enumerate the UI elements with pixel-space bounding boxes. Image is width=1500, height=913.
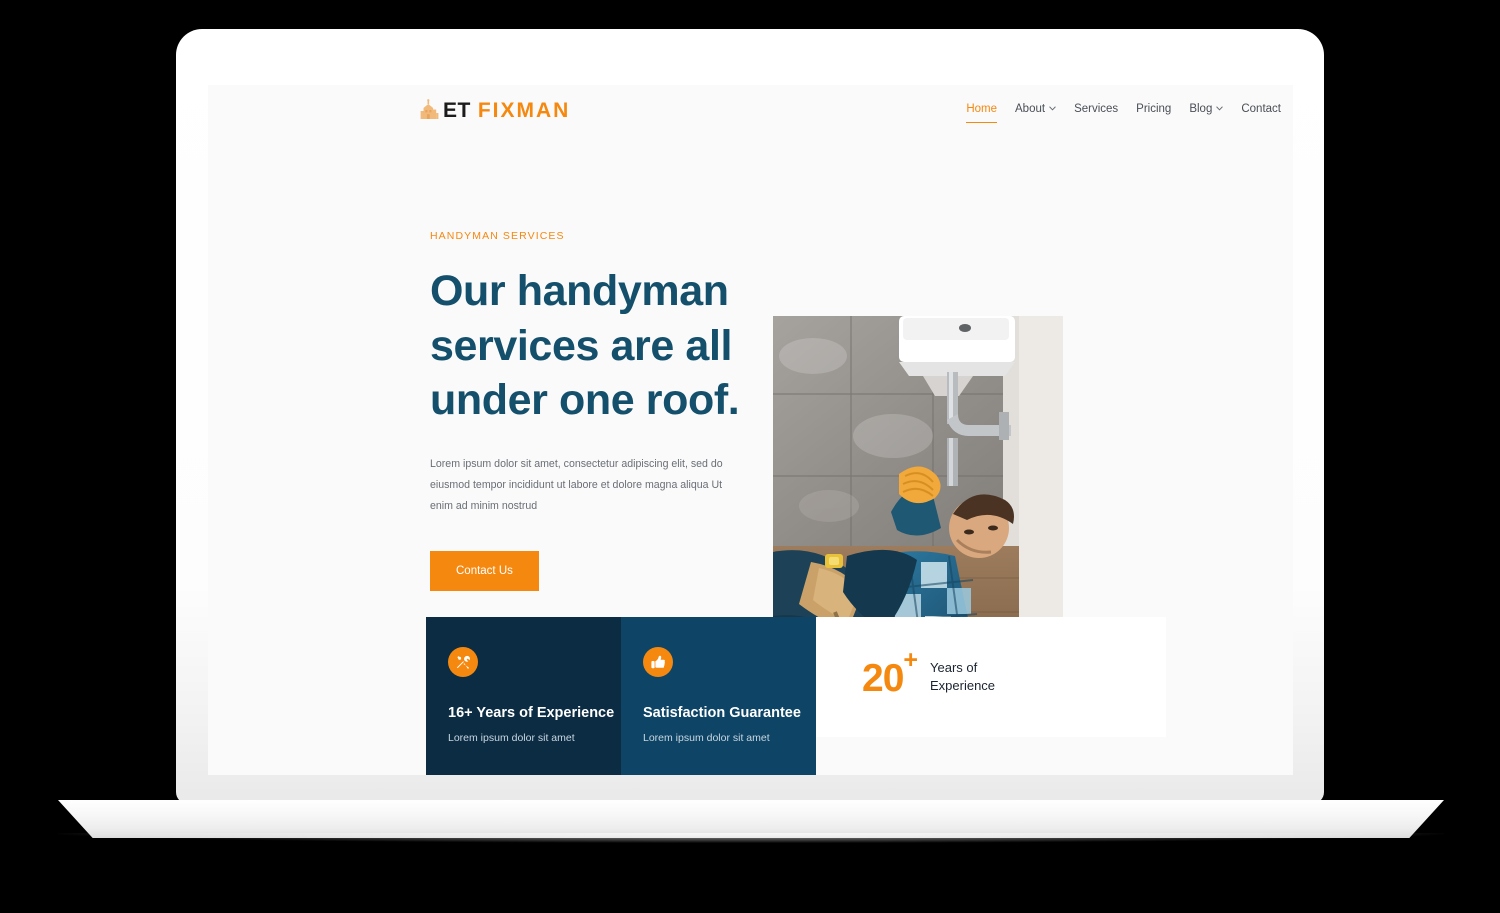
stat-label: Years of Experience — [930, 659, 995, 694]
laptop-screen: ET FIXMAN Home About Services Pricing Bl… — [208, 85, 1293, 775]
hero-content: HANDYMAN SERVICES Our handyman services … — [430, 230, 750, 592]
nav-item-pricing[interactable]: Pricing — [1136, 103, 1171, 124]
feature-title: 16+ Years of Experience — [448, 705, 615, 721]
contact-us-button[interactable]: Contact Us — [430, 551, 539, 592]
main-navigation: Home About Services Pricing Blog Contact — [966, 103, 1281, 124]
laptop-device-mockup: ET FIXMAN Home About Services Pricing Bl… — [0, 0, 1500, 913]
nav-item-about[interactable]: About — [1015, 103, 1056, 124]
thumbs-up-icon — [643, 647, 673, 677]
site-logo[interactable]: ET FIXMAN — [420, 99, 570, 121]
hero-title-line-1: Our handyman — [430, 267, 729, 315]
hero-description: Lorem ipsum dolor sit amet, consectetur … — [430, 457, 723, 513]
feature-strip: 16+ Years of Experience Lorem ipsum dolo… — [426, 617, 1166, 775]
nav-item-contact[interactable]: Contact — [1241, 103, 1281, 124]
nav-label-blog: Blog — [1189, 103, 1213, 115]
page-title: Our handyman services are all under one … — [430, 264, 750, 428]
feature-title: Satisfaction Guarantee — [643, 705, 801, 721]
website-viewport: ET FIXMAN Home About Services Pricing Bl… — [208, 85, 1293, 775]
nav-label-contact: Contact — [1241, 103, 1281, 115]
logo-text-primary: ET — [443, 98, 471, 122]
tools-icon — [448, 647, 478, 677]
laptop-base-shadow — [58, 833, 1444, 843]
hero-title-line-2: services are all — [430, 321, 733, 370]
feature-card-satisfaction[interactable]: Satisfaction Guarantee Lorem ipsum dolor… — [621, 617, 816, 775]
nav-label-services: Services — [1074, 103, 1119, 115]
handyman-tool-icon — [420, 99, 439, 121]
stat-label-line-2: Experience — [930, 678, 996, 693]
nav-label-pricing: Pricing — [1136, 103, 1172, 115]
nav-label-about: About — [1015, 103, 1046, 115]
stat-value: 20 — [862, 656, 904, 700]
hero-eyebrow: HANDYMAN SERVICES — [430, 230, 565, 242]
nav-item-home[interactable]: Home — [966, 103, 997, 124]
nav-label-home: Home — [966, 103, 997, 115]
chevron-down-icon — [1049, 105, 1056, 112]
feature-description: Lorem ipsum dolor sit amet — [448, 732, 575, 744]
feature-description: Lorem ipsum dolor sit amet — [643, 732, 770, 744]
hero-title-line-3: under one roof. — [430, 376, 740, 425]
stat-label-line-1: Years of — [930, 660, 978, 676]
stat-card-years: 20+ Years of Experience — [816, 617, 1166, 737]
stat-suffix: + — [903, 645, 918, 674]
logo-text-accent: FIXMAN — [477, 98, 571, 122]
site-header: ET FIXMAN Home About Services Pricing Bl… — [208, 85, 1293, 151]
stat-number: 20+ — [862, 647, 918, 700]
chevron-down-icon — [1216, 105, 1224, 112]
nav-item-blog[interactable]: Blog — [1189, 103, 1224, 124]
nav-item-services[interactable]: Services — [1074, 103, 1118, 124]
feature-card-experience[interactable]: 16+ Years of Experience Lorem ipsum dolo… — [426, 617, 621, 775]
